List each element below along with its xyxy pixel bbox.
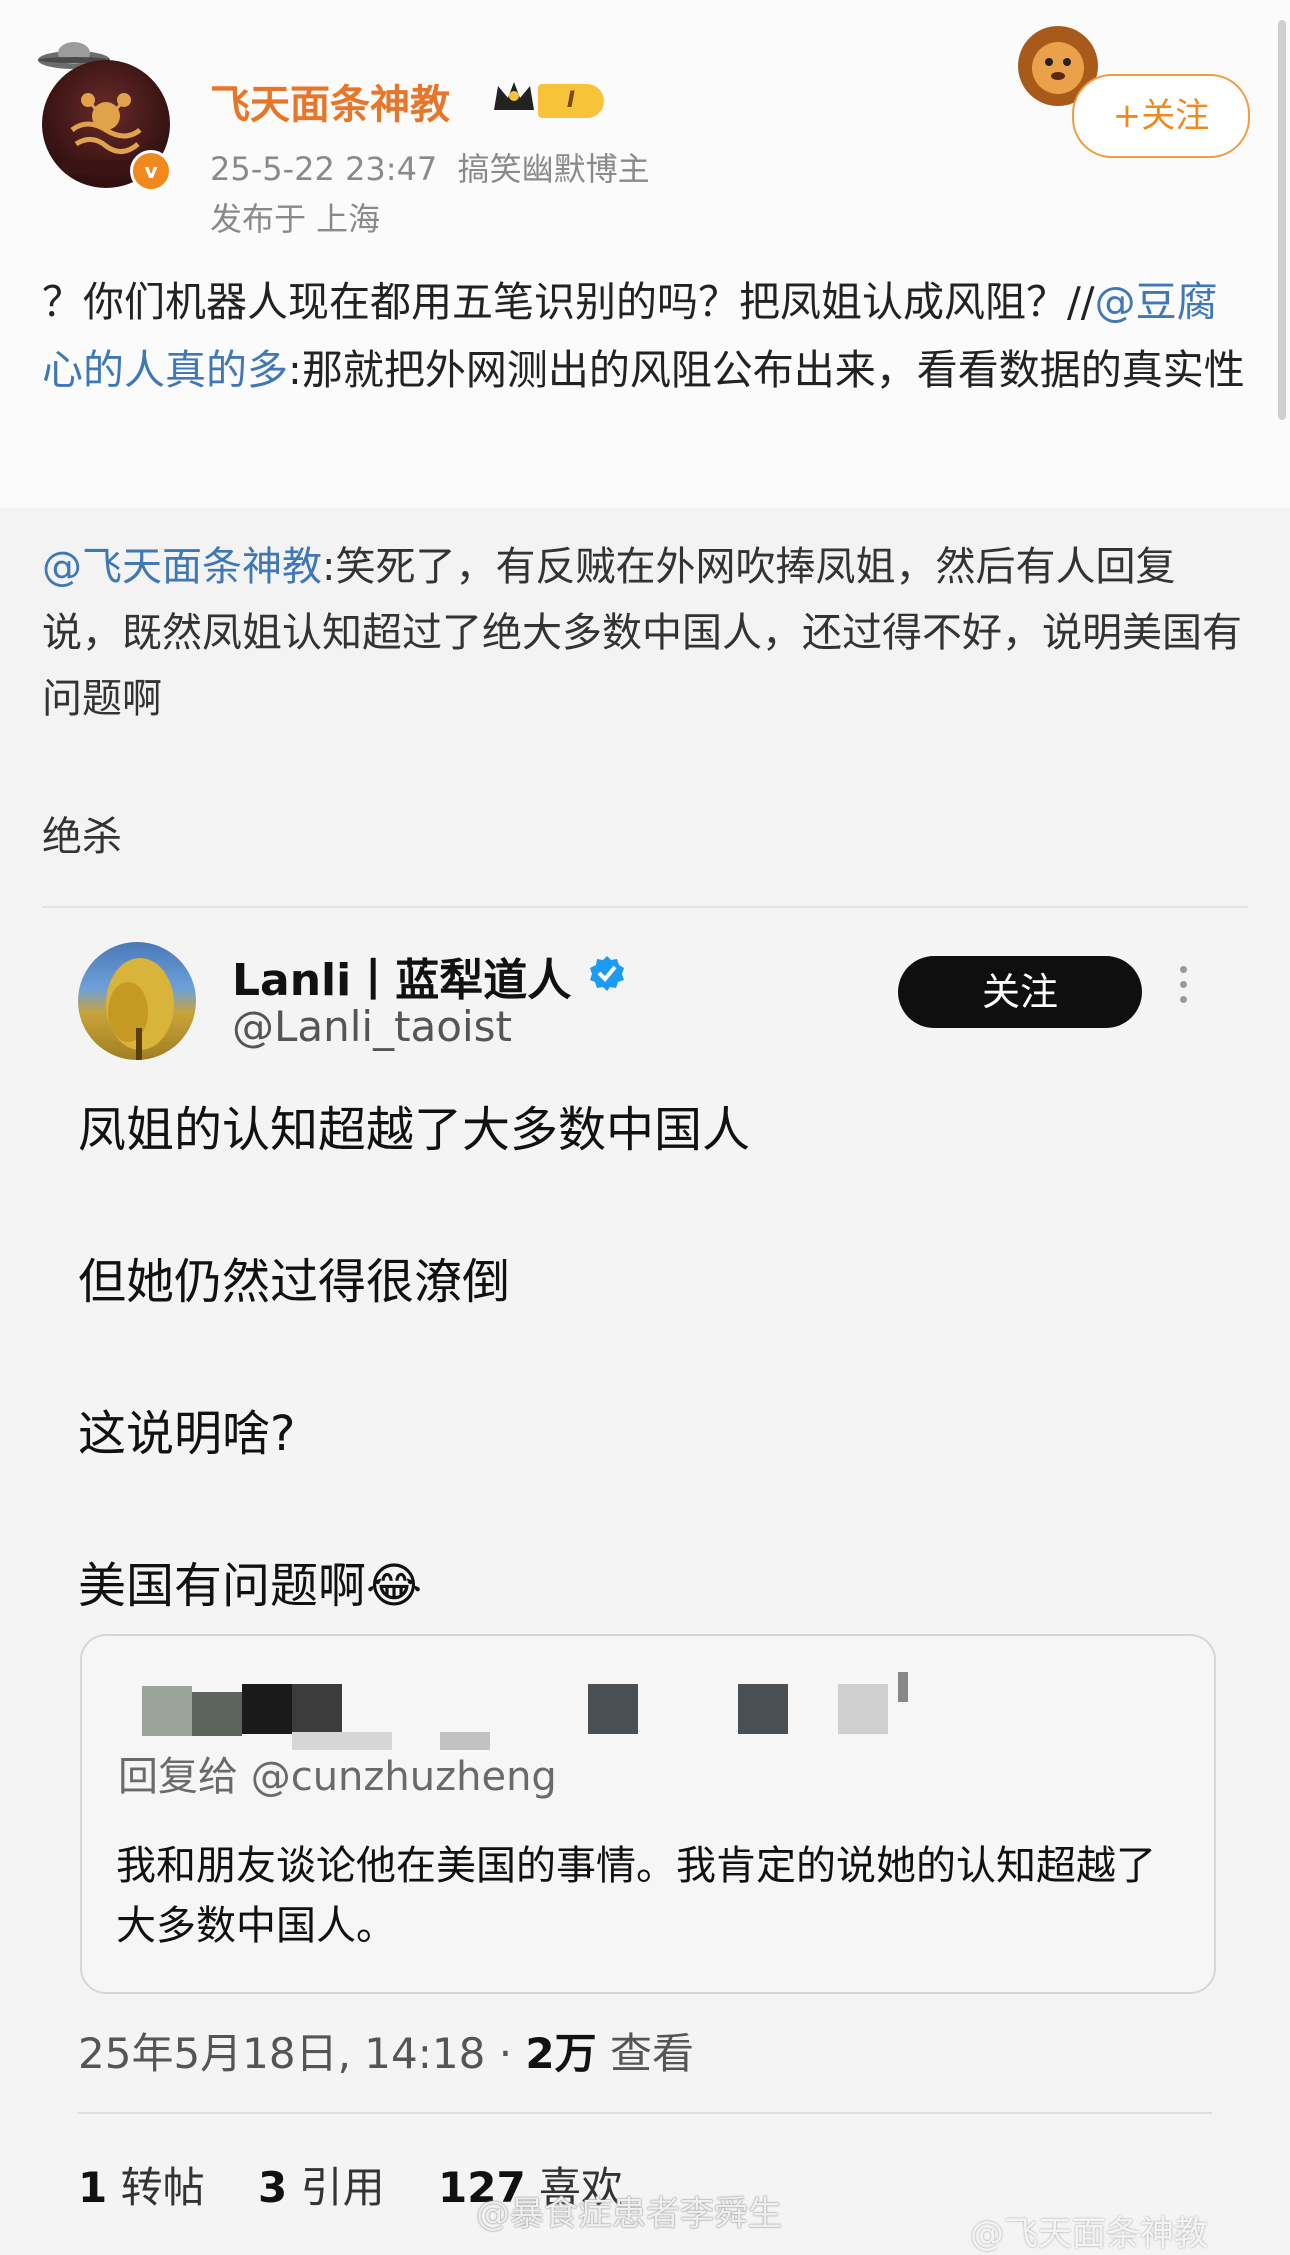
verified-check-icon — [590, 956, 624, 991]
user-category: 搞笑幽默博主 — [457, 150, 650, 188]
tweet-line-2: 但她仍然过得很潦倒 — [78, 1254, 511, 1310]
post-text-part2: :那就把外网测出的风阻公布出来，看看数据的真实性 — [288, 346, 1245, 394]
follow-button[interactable]: +关注 — [1072, 74, 1250, 158]
repost-mention-link[interactable]: @飞天面条神教 — [42, 544, 322, 590]
verified-badge-icon: v — [130, 150, 172, 192]
reposts-count[interactable]: 1 — [78, 2163, 107, 2212]
quote-reply-to: 回复给 @cunzhuzheng — [118, 1754, 557, 1800]
tweet-line-4: 美国有问题啊😂 — [78, 1558, 423, 1614]
tweet-follow-button[interactable]: 关注 — [898, 956, 1142, 1028]
post-timestamp: 25-5-22 23:47 — [210, 150, 438, 188]
quotes-label[interactable]: 引用 — [287, 2163, 385, 2212]
tweet-author-name[interactable]: Lanli丨蓝犁道人 — [232, 944, 571, 1008]
tweet-time-text: 25年5月18日, 14:18 · — [78, 2029, 526, 2078]
divider — [78, 2112, 1212, 2114]
ginkgo-tree-icon — [106, 958, 174, 1060]
post-meta: 25-5-22 23:47 搞笑幽默博主 — [210, 144, 650, 190]
quotes-count[interactable]: 3 — [258, 2163, 287, 2212]
tweet-line-1: 凤姐的认知超越了大多数中国人 — [78, 1102, 751, 1158]
views-label: 查看 — [596, 2029, 694, 2078]
scrollbar[interactable] — [1278, 20, 1286, 420]
reposted-text: @飞天面条神教:笑死了，有反贼在外网吹捧凤姐，然后有人回复说，既然凤姐认知超过了… — [42, 534, 1252, 732]
watermark-1: @暴食症患者李舜生 — [476, 2194, 782, 2234]
weibo-username[interactable]: 飞天面条神教 — [210, 72, 450, 130]
post-text: ？你们机器人现在都用五笔识别的吗？把凤姐认成风阻？//@豆腐心的人真的多:那就把… — [42, 268, 1252, 404]
tweet-avatar[interactable] — [78, 942, 196, 1060]
reposts-label[interactable]: 转帖 — [107, 2163, 205, 2212]
tweet-author-handle[interactable]: @Lanli_taoist — [232, 1002, 512, 1051]
post-location: 发布于 上海 — [210, 200, 381, 238]
quote-text: 我和朋友谈论他在美国的事情。我肯定的说她的认知超越了大多数中国人。 — [116, 1843, 1156, 1949]
tweet-line-3: 这说明啥? — [78, 1406, 296, 1462]
post-text-part1: ？你们机器人现在都用五笔识别的吗？把凤姐认成风阻？// — [42, 278, 1095, 326]
level-badge: I — [538, 84, 604, 118]
remark-text: 绝杀 — [42, 814, 122, 860]
watermark-2: @飞天面条神教 — [970, 2214, 1208, 2254]
views-count: 2万 — [525, 2029, 597, 2078]
more-options-icon[interactable] — [1180, 966, 1190, 1011]
tweet-timestamp: 25年5月18日, 14:18 · 2万 查看 — [78, 2020, 694, 2081]
crown-icon — [494, 82, 534, 110]
